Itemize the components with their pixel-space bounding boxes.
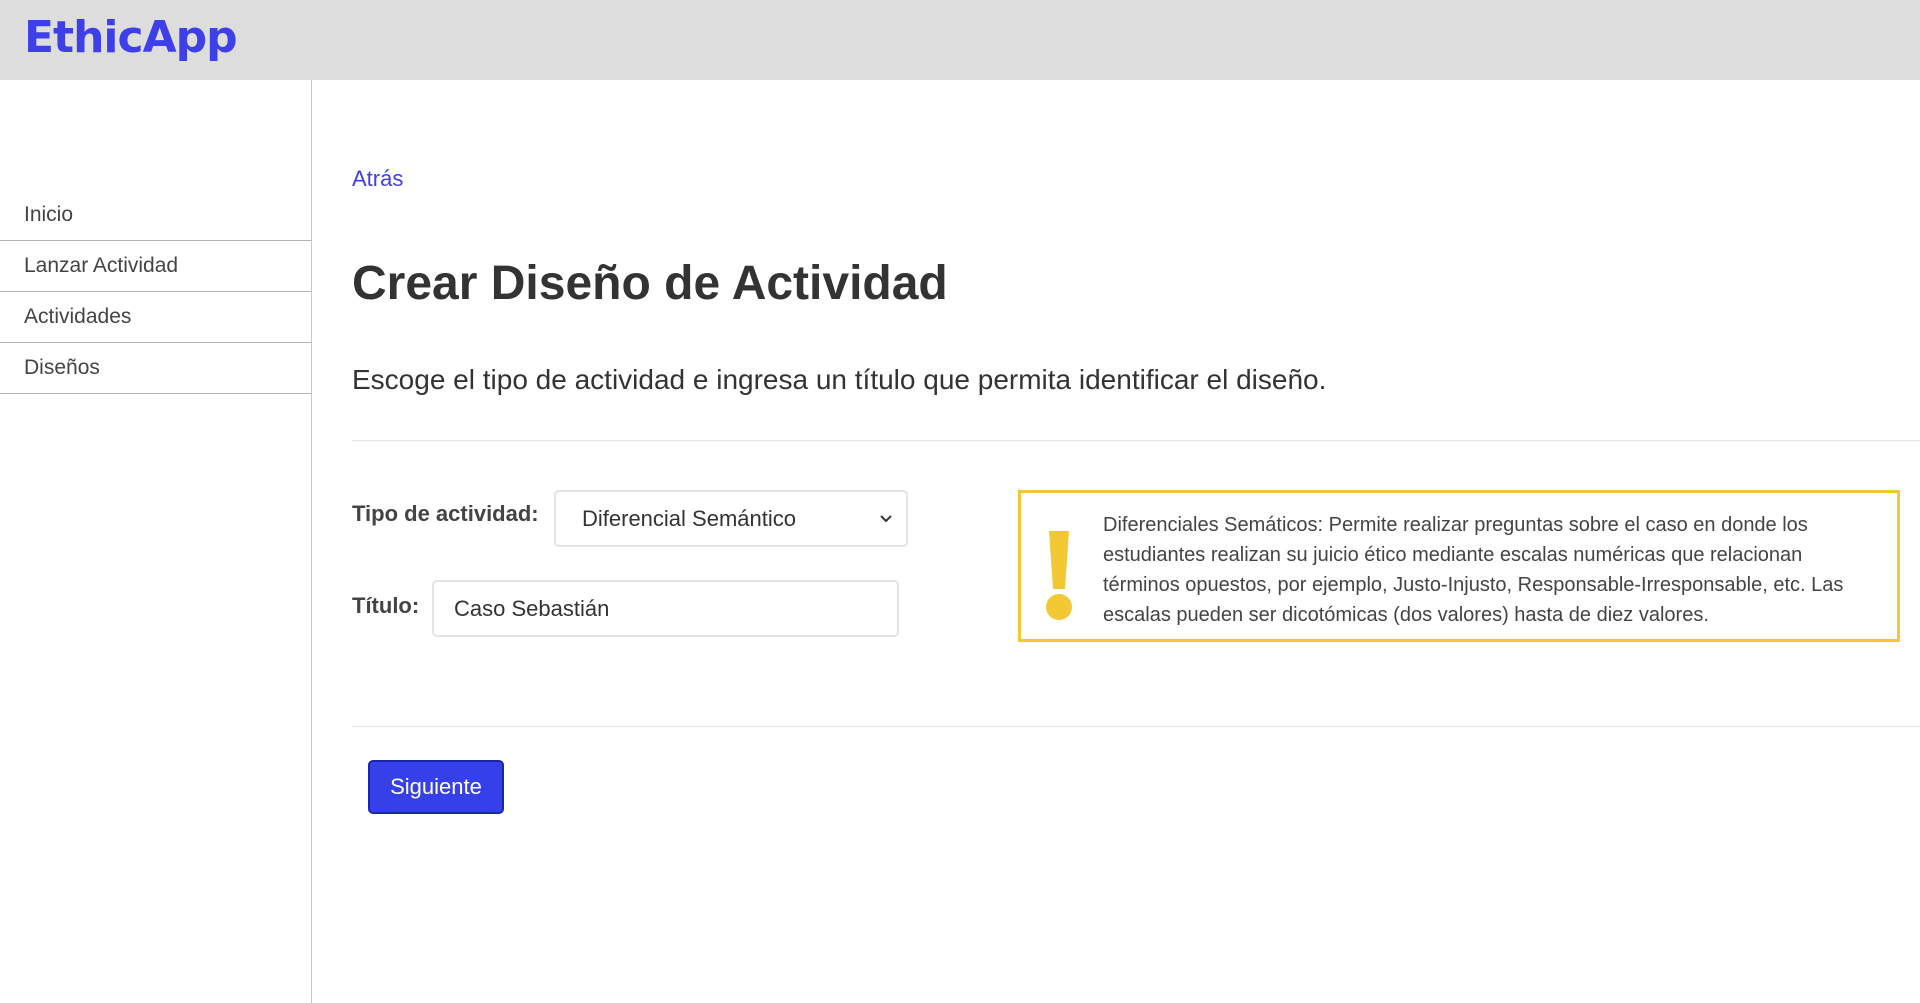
title-input[interactable] <box>432 580 899 637</box>
main-content: Atrás Crear Diseño de Actividad Escoge e… <box>352 80 1920 1003</box>
sidebar-item-disenos[interactable]: Diseños <box>0 343 311 394</box>
divider <box>352 726 1920 727</box>
top-header: EthicApp <box>0 0 1920 80</box>
sidebar-item-lanzar-actividad[interactable]: Lanzar Actividad <box>0 241 311 292</box>
title-label: Título: <box>352 593 420 618</box>
sidebar-nav: Inicio Lanzar Actividad Actividades Dise… <box>0 190 311 394</box>
chevron-down-icon <box>880 515 892 523</box>
page-title: Crear Diseño de Actividad <box>352 257 948 310</box>
page-subtitle: Escoge el tipo de actividad e ingresa un… <box>352 364 1327 395</box>
activity-type-select[interactable]: Diferencial Semántico <box>554 490 908 547</box>
next-button[interactable]: Siguiente <box>368 760 504 814</box>
info-box: Diferenciales Semáticos: Permite realiza… <box>1018 490 1900 642</box>
sidebar: Inicio Lanzar Actividad Actividades Dise… <box>0 80 312 1003</box>
divider <box>352 440 1920 441</box>
back-link[interactable]: Atrás <box>352 166 403 192</box>
exclamation-icon <box>1046 531 1072 620</box>
app-logo[interactable]: EthicApp <box>24 10 238 66</box>
sidebar-item-inicio[interactable]: Inicio <box>0 190 311 241</box>
sidebar-item-actividades[interactable]: Actividades <box>0 292 311 343</box>
info-description: Diferenciales Semáticos: Permite realiza… <box>1103 514 1844 626</box>
activity-type-selected-value: Diferencial Semántico <box>582 506 796 531</box>
activity-type-label: Tipo de actividad: <box>352 501 539 526</box>
